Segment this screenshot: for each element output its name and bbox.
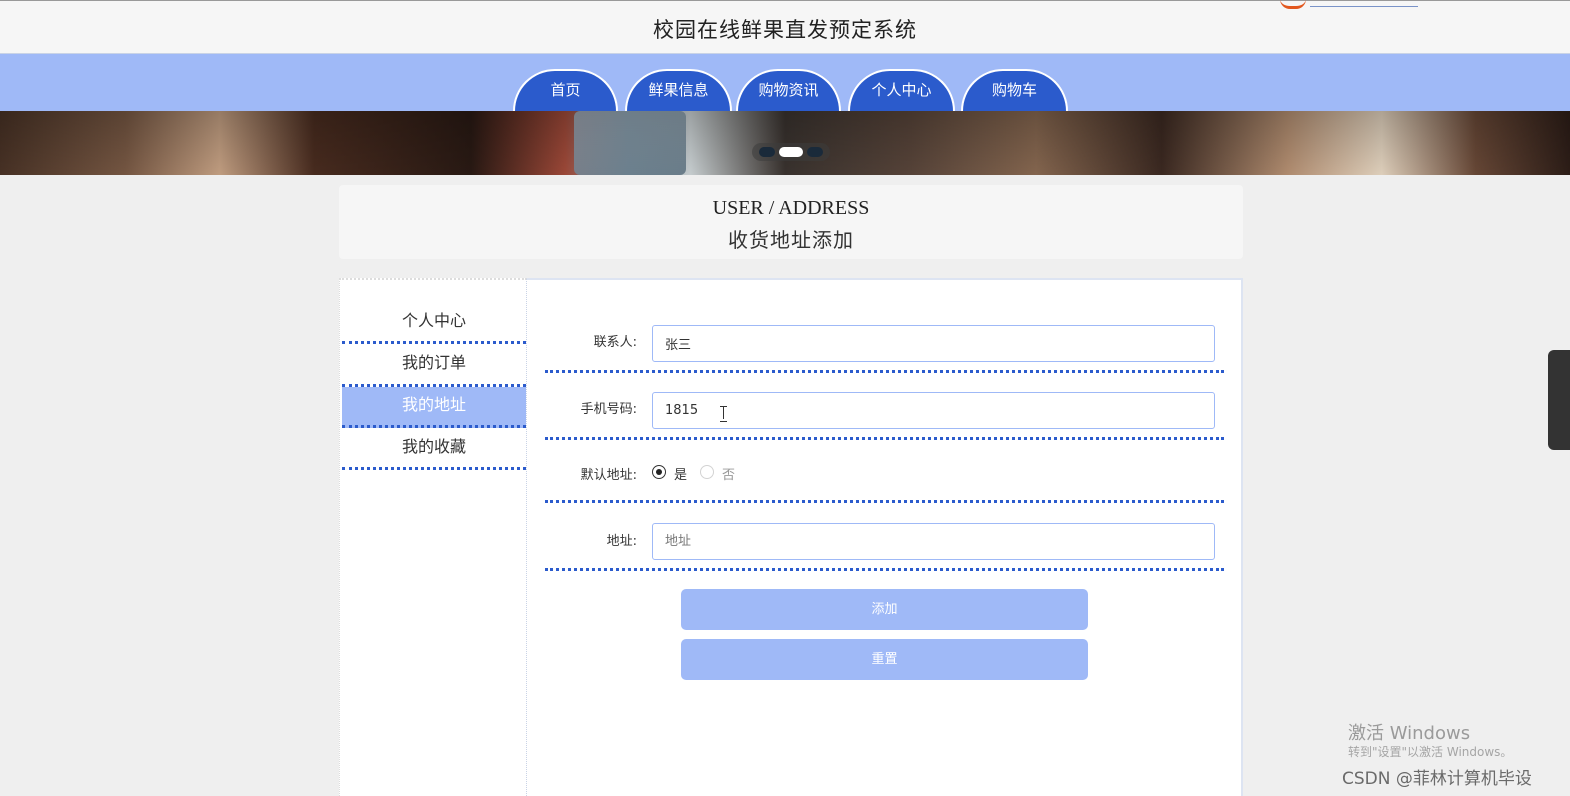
address-input[interactable] bbox=[652, 523, 1215, 560]
row-divider bbox=[545, 500, 1224, 503]
default-yes-label: 是 bbox=[674, 468, 688, 483]
phone-label: 手机号码: bbox=[580, 402, 637, 417]
nav-item-fruit-info[interactable]: 鲜果信息 bbox=[625, 69, 732, 111]
carousel-dots bbox=[752, 143, 830, 161]
sidebar-item-favorites[interactable]: 我的收藏 bbox=[342, 428, 526, 470]
text-cursor-icon bbox=[720, 406, 728, 422]
default-yes-radio[interactable] bbox=[652, 465, 666, 479]
address-label: 地址: bbox=[606, 534, 637, 549]
top-header: 校园在线鲜果直发预定系统 bbox=[0, 0, 1570, 54]
carousel-dot-3[interactable] bbox=[807, 147, 823, 157]
sidebar-item-address[interactable]: 我的地址 bbox=[342, 387, 526, 428]
add-button[interactable]: 添加 bbox=[681, 589, 1088, 630]
reset-button[interactable]: 重置 bbox=[681, 639, 1088, 680]
windows-activation-title: 激活 Windows bbox=[1348, 723, 1471, 744]
address-form: 联系人: 手机号码: 默认地址: 是 否 地址: 添加 重置 bbox=[527, 278, 1243, 796]
contact-label: 联系人: bbox=[593, 335, 637, 350]
row-divider bbox=[545, 370, 1224, 373]
logo-swoosh-icon bbox=[1280, 0, 1306, 9]
side-float-tab[interactable] bbox=[1548, 350, 1570, 450]
page-heading-en: USER / ADDRESS bbox=[712, 197, 870, 219]
nav-item-cart[interactable]: 购物车 bbox=[961, 69, 1068, 111]
sidebar-item-orders[interactable]: 我的订单 bbox=[342, 344, 526, 387]
row-divider bbox=[545, 437, 1224, 440]
csdn-watermark: CSDN @菲林计算机毕设 bbox=[1342, 769, 1532, 789]
nav-item-user-center[interactable]: 个人中心 bbox=[848, 69, 955, 111]
main-nav: 首页 鲜果信息 购物资讯 个人中心 购物车 bbox=[0, 54, 1570, 111]
default-no-radio[interactable] bbox=[700, 465, 714, 479]
carousel-dot-2[interactable] bbox=[779, 147, 803, 157]
carousel-dot-1[interactable] bbox=[759, 147, 775, 157]
default-no-label: 否 bbox=[722, 468, 736, 483]
nav-item-shopping-news[interactable]: 购物资讯 bbox=[736, 69, 841, 111]
page-heading: USER / ADDRESS 收货地址添加 bbox=[339, 185, 1243, 259]
site-title: 校园在线鲜果直发预定系统 bbox=[653, 18, 917, 42]
default-address-label: 默认地址: bbox=[580, 468, 637, 483]
phone-input[interactable] bbox=[652, 392, 1215, 429]
nav-item-home[interactable]: 首页 bbox=[513, 69, 618, 111]
logo-bar bbox=[1310, 1, 1418, 7]
corner-logo bbox=[1280, 0, 1420, 9]
contact-input[interactable] bbox=[652, 325, 1215, 362]
sidebar-item-user-center[interactable]: 个人中心 bbox=[342, 303, 526, 344]
row-divider bbox=[545, 568, 1224, 571]
user-sidebar: 个人中心 我的订单 我的地址 我的收藏 bbox=[339, 278, 527, 796]
windows-activation-hint: 转到"设置"以激活 Windows。 bbox=[1348, 745, 1513, 759]
page-heading-cn: 收货地址添加 bbox=[728, 228, 854, 252]
